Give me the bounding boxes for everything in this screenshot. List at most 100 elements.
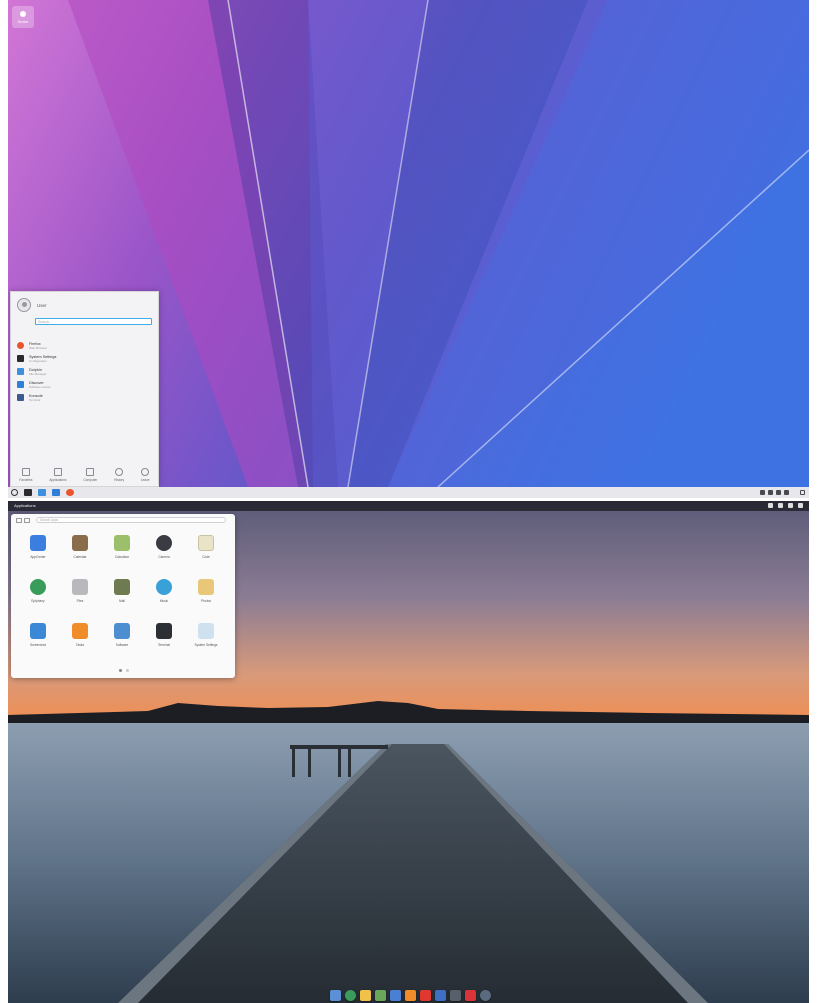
elementary-os-desktop: Applications Search Apps AppCenter Calen… <box>8 501 809 1003</box>
calculator-icon <box>114 535 130 551</box>
app-label: Terminal <box>157 643 171 647</box>
app-label: Epiphany <box>31 599 45 603</box>
app-label: Code <box>202 555 210 559</box>
sound-icon[interactable] <box>778 503 783 508</box>
network-icon[interactable] <box>768 490 773 495</box>
settings-icon <box>17 355 24 362</box>
favorite-description: Configuration <box>29 358 47 363</box>
grid-view-icon[interactable] <box>16 517 22 523</box>
app-label: Mail <box>119 599 125 603</box>
favorite-item-firefox[interactable]: Firefox Web Browser <box>11 339 158 352</box>
history-icon <box>115 468 124 476</box>
app-music[interactable]: Music <box>143 573 185 617</box>
wingpanel-top-bar: Applications <box>8 501 809 511</box>
tab-applications[interactable]: Applications <box>49 468 67 482</box>
app-camera[interactable]: Camera <box>143 529 185 573</box>
system-tray <box>757 490 809 495</box>
task-discover-icon[interactable] <box>52 489 60 496</box>
dock-files-icon[interactable] <box>434 990 446 1001</box>
show-desktop-icon[interactable] <box>800 490 805 495</box>
mail-icon <box>114 579 130 595</box>
app-label: Tasks <box>75 643 85 647</box>
dock-terminal-icon[interactable] <box>449 990 461 1001</box>
grid-icon <box>53 468 62 476</box>
favorite-item-system-settings[interactable]: System Settings Configuration <box>11 352 158 365</box>
power-icon[interactable] <box>798 503 803 508</box>
app-files[interactable]: Files <box>59 573 101 617</box>
app-system-settings[interactable]: System Settings <box>185 617 227 661</box>
category-view-icon[interactable] <box>24 517 30 523</box>
task-terminal-icon[interactable] <box>24 489 32 496</box>
favorite-item-discover[interactable]: Discover Software Center <box>11 378 158 391</box>
clipboard-icon[interactable] <box>776 490 781 495</box>
expand-tray-icon[interactable] <box>784 490 789 495</box>
dock-browser-icon[interactable] <box>344 990 356 1001</box>
dock-music-icon[interactable] <box>359 990 371 1001</box>
app-epiphany[interactable]: Epiphany <box>17 573 59 617</box>
task-firefox-icon[interactable] <box>66 489 74 496</box>
software-icon <box>114 623 130 639</box>
slingshot-app-launcher: Search Apps AppCenter Calendar Calculato… <box>11 514 235 678</box>
dock-mail-icon[interactable] <box>329 990 341 1001</box>
tasks-icon <box>72 623 88 639</box>
app-terminal[interactable]: Terminal <box>143 617 185 661</box>
calendar-icon <box>72 535 88 551</box>
dock-appcenter-icon[interactable] <box>464 990 476 1001</box>
page-dot-1[interactable] <box>119 669 122 672</box>
tab-label: History <box>114 478 125 482</box>
tab-label: Leave <box>140 478 150 482</box>
app-grid: AppCenter Calendar Calculator Camera Cod… <box>17 529 235 661</box>
plasma-panel <box>8 487 809 498</box>
screenshot-icon <box>30 623 46 639</box>
favorite-description: Software Center <box>29 384 51 389</box>
tab-favorites[interactable]: Favorites <box>19 468 33 482</box>
favorite-item-konsole[interactable]: Konsole Terminal <box>11 391 158 404</box>
favorite-item-dolphin[interactable]: Dolphin File Manager <box>11 365 158 378</box>
app-label: Photos <box>201 599 211 603</box>
music-icon <box>156 579 172 595</box>
app-tasks[interactable]: Tasks <box>59 617 101 661</box>
tab-label: Applications <box>49 478 67 482</box>
dock-settings-icon[interactable] <box>479 990 491 1001</box>
home-folder-icon[interactable]: Home <box>12 6 34 28</box>
app-calendar[interactable]: Calendar <box>59 529 101 573</box>
app-search-input[interactable]: Search Apps <box>36 517 226 523</box>
network-icon[interactable] <box>768 503 773 508</box>
page-dot-2[interactable] <box>126 669 129 672</box>
applications-menu-button[interactable]: Applications <box>14 503 36 508</box>
notifications-icon[interactable] <box>788 503 793 508</box>
folder-icon <box>17 368 24 375</box>
terminal-icon <box>156 623 172 639</box>
application-launcher-icon[interactable] <box>11 489 18 496</box>
favorites-list: Firefox Web Browser System Settings Conf… <box>11 339 158 404</box>
app-screenshot[interactable]: Screenshot <box>17 617 59 661</box>
task-folder-icon[interactable] <box>38 489 46 496</box>
app-mail[interactable]: Mail <box>101 573 143 617</box>
kickoff-search-input[interactable]: Search... <box>35 318 152 325</box>
tab-computer[interactable]: Computer <box>83 468 97 482</box>
discover-icon <box>17 381 24 388</box>
tab-label: Favorites <box>19 478 33 482</box>
app-label: AppCenter <box>30 555 46 559</box>
dock-photos-icon[interactable] <box>374 990 386 1001</box>
volume-icon[interactable] <box>760 490 765 495</box>
code-icon <box>198 535 214 551</box>
dock-videos-icon[interactable] <box>419 990 431 1001</box>
files-icon <box>72 579 88 595</box>
power-icon <box>141 468 150 476</box>
app-photos[interactable]: Photos <box>185 573 227 617</box>
tab-leave[interactable]: Leave <box>141 468 150 482</box>
indicators <box>763 503 803 508</box>
app-appcenter[interactable]: AppCenter <box>17 529 59 573</box>
app-calculator[interactable]: Calculator <box>101 529 143 573</box>
dock-tasks-icon[interactable] <box>404 990 416 1001</box>
app-label: Camera <box>158 555 170 559</box>
camera-icon <box>156 535 172 551</box>
firefox-icon <box>17 342 24 349</box>
app-code[interactable]: Code <box>185 529 227 573</box>
dock-calendar-icon[interactable] <box>389 990 401 1001</box>
app-software[interactable]: Software <box>101 617 143 661</box>
plank-dock <box>314 987 506 1003</box>
tab-history[interactable]: History <box>114 468 124 482</box>
photos-icon <box>198 579 214 595</box>
